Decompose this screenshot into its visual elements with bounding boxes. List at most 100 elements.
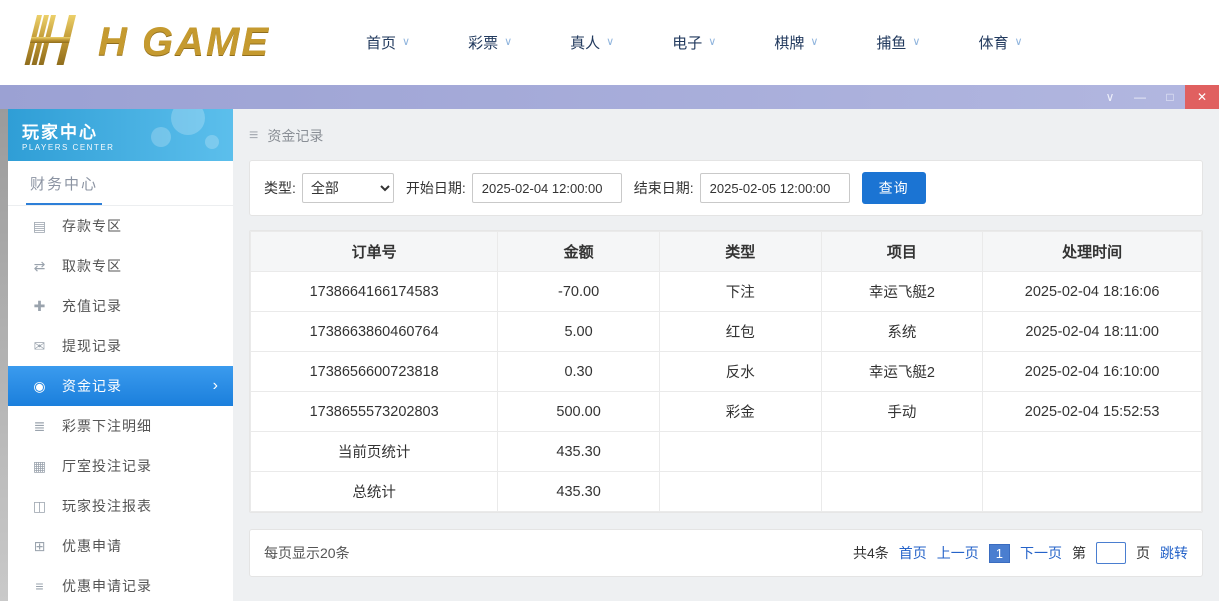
table-row: 1738663860460764 5.00 红包 系统 2025-02-04 1… [251,312,1202,352]
end-date-label: 结束日期: [634,178,694,198]
table-row-page-total: 当前页统计 435.30 [251,432,1202,472]
players-center-subtitle: PLAYERS CENTER [22,143,233,152]
lottery-bets-icon: ≣ [32,418,48,435]
cell-time: 2025-02-04 18:16:06 [983,272,1202,312]
chevron-down-icon: ∨ [810,37,818,48]
cell-order-id: 1738656600723818 [251,352,498,392]
sidebar-item-promo-record[interactable]: ≡ 优惠申请记录 [8,566,233,601]
sidebar-item-withdraw-zone[interactable]: ⇄ 取款专区 [8,246,233,286]
recharge-icon: ✚ [32,298,48,315]
finance-center-label: 财务中心 [26,173,102,205]
sidebar-item-label: 充值记录 [62,296,122,316]
per-page-label: 每页显示20条 [264,543,350,563]
sidebar-item-label: 提现记录 [62,336,122,356]
col-time: 处理时间 [983,232,1202,272]
deposit-icon: ▤ [32,218,48,235]
players-center-header: 玩家中心 PLAYERS CENTER [8,109,233,161]
start-date-label: 开始日期: [406,178,466,198]
end-date-input[interactable] [700,173,850,203]
page-current[interactable]: 1 [989,544,1010,563]
col-project: 项目 [821,232,983,272]
page-jump-suffix: 页 [1136,543,1150,563]
cell-amount: 0.30 [498,352,660,392]
sidebar-item-label: 彩票下注明细 [62,416,152,436]
window-close-button[interactable]: ✕ [1185,85,1219,109]
site-logo[interactable]: H GAME [18,11,318,74]
cell-type: 下注 [659,272,821,312]
sidebar-item-label: 优惠申请 [62,536,122,556]
nav-label: 真人 [570,32,600,53]
sidebar-item-withdraw-record[interactable]: ✉ 提现记录 [8,326,233,366]
nav-label: 电子 [672,32,702,53]
window-maximize-button[interactable]: □ [1155,85,1185,109]
chevron-right-icon: › [213,378,219,394]
nav-item-home[interactable]: 首页 ∨ [366,32,410,53]
cell-project: 手动 [821,392,983,432]
type-select[interactable]: 全部 [302,173,394,203]
sidebar-item-promo-apply[interactable]: ⊞ 优惠申请 [8,526,233,566]
page-jump-input[interactable] [1096,542,1126,564]
page-next-link[interactable]: 下一页 [1020,543,1062,563]
cell-empty [821,472,983,512]
sidebar-item-lottery-bets[interactable]: ≣ 彩票下注明细 [8,406,233,446]
nav-item-live[interactable]: 真人 ∨ [570,32,614,53]
sidebar-item-player-report[interactable]: ◫ 玩家投注报表 [8,486,233,526]
sidebar: 玩家中心 PLAYERS CENTER 财务中心 ▤ 存款专区 ⇄ 取款专区 ✚… [8,109,233,601]
sidebar-item-label: 存款专区 [62,216,122,236]
type-label: 类型: [264,178,296,198]
players-center-title: 玩家中心 [22,118,233,143]
cell-time: 2025-02-04 18:11:00 [983,312,1202,352]
total-count: 共4条 [853,543,889,563]
sidebar-item-label: 优惠申请记录 [62,576,152,596]
search-button[interactable]: 查询 [862,172,926,204]
logo-text: H GAME [98,20,270,65]
nav-item-sports[interactable]: 体育 ∨ [978,32,1022,53]
window-minimize-button[interactable]: — [1125,85,1155,109]
menu-icon: ≡ [249,128,258,144]
filter-bar: 类型: 全部 开始日期: 结束日期: 查询 [249,160,1203,216]
chevron-down-icon: ∨ [504,37,512,48]
cell-project: 幸运飞艇2 [821,352,983,392]
site-header: H GAME 首页 ∨ 彩票 ∨ 真人 ∨ 电子 ∨ 棋牌 ∨ [0,0,1219,85]
page-prev-link[interactable]: 上一页 [937,543,979,563]
table-header-row: 订单号 金额 类型 项目 处理时间 [251,232,1202,272]
table-row-grand-total: 总统计 435.30 [251,472,1202,512]
cell-time: 2025-02-04 16:10:00 [983,352,1202,392]
cell-empty [983,472,1202,512]
pager: 共4条 首页 上一页 1 下一页 第 页 跳转 [853,542,1188,564]
app-body: 玩家中心 PLAYERS CENTER 财务中心 ▤ 存款专区 ⇄ 取款专区 ✚… [0,109,1219,601]
withdraw-record-icon: ✉ [32,338,48,355]
cell-project: 幸运飞艇2 [821,272,983,312]
main-nav: 首页 ∨ 彩票 ∨ 真人 ∨ 电子 ∨ 棋牌 ∨ 捕鱼 ∨ [318,32,1023,53]
sidebar-section-finance[interactable]: 财务中心 [8,161,233,206]
page-jump-button[interactable]: 跳转 [1160,543,1188,563]
nav-item-chess[interactable]: 棋牌 ∨ [774,32,818,53]
cell-empty [983,432,1202,472]
nav-label: 体育 [978,32,1008,53]
start-date-input[interactable] [472,173,622,203]
nav-item-slots[interactable]: 电子 ∨ [672,32,716,53]
sidebar-item-label: 厅室投注记录 [62,456,152,476]
funds-table: 订单号 金额 类型 项目 处理时间 1738664166174583 -70.0… [250,231,1202,512]
table-row: 1738655573202803 500.00 彩金 手动 2025-02-04… [251,392,1202,432]
sidebar-item-funds-record[interactable]: ◉ 资金记录 › [8,366,233,406]
breadcrumb: ≡ 资金记录 [249,126,1203,146]
nav-item-lottery[interactable]: 彩票 ∨ [468,32,512,53]
nav-item-fishing[interactable]: 捕鱼 ∨ [876,32,920,53]
nav-label: 首页 [366,32,396,53]
table-row: 1738664166174583 -70.00 下注 幸运飞艇2 2025-02… [251,272,1202,312]
page: H GAME 首页 ∨ 彩票 ∨ 真人 ∨ 电子 ∨ 棋牌 ∨ [0,0,1219,601]
nav-label: 棋牌 [774,32,804,53]
page-first-link[interactable]: 首页 [899,543,927,563]
funds-icon: ◉ [32,378,48,395]
sidebar-item-hall-bets[interactable]: ▦ 厅室投注记录 [8,446,233,486]
chevron-down-icon: ∨ [708,37,716,48]
logo-icon [18,11,96,74]
sidebar-item-label: 资金记录 [62,376,122,396]
cell-project: 系统 [821,312,983,352]
sidebar-item-deposit[interactable]: ▤ 存款专区 [8,206,233,246]
sidebar-item-recharge-record[interactable]: ✚ 充值记录 [8,286,233,326]
cell-type: 反水 [659,352,821,392]
window-chevron-button[interactable]: ∨ [1095,85,1125,109]
hall-bets-icon: ▦ [32,458,48,475]
